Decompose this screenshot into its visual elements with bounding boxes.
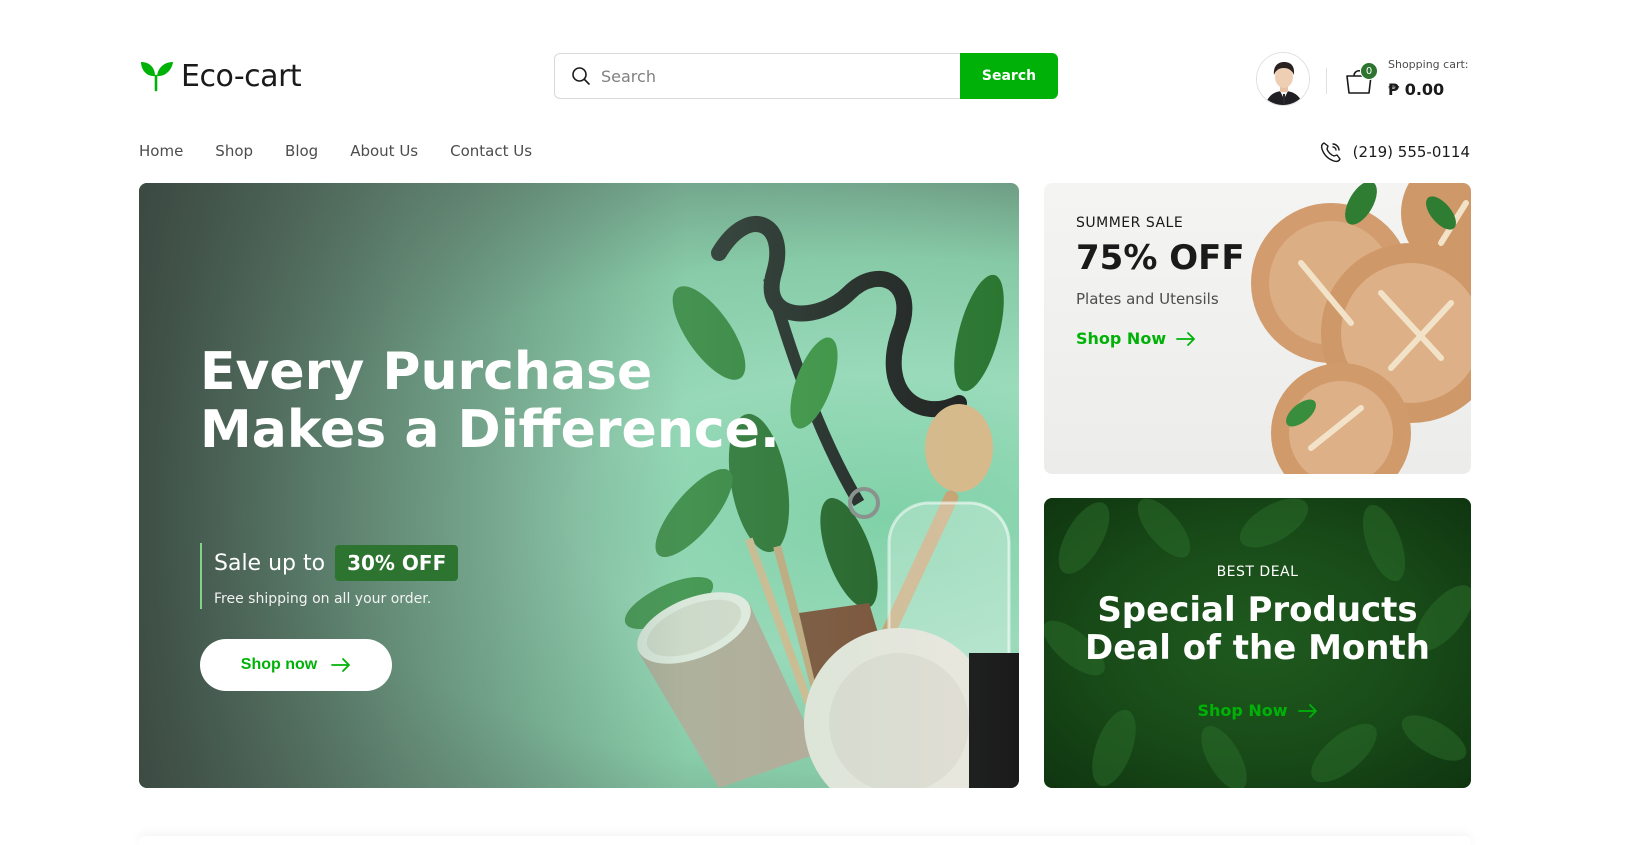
best-deal-shop-now-link[interactable]: Shop Now <box>1197 701 1317 720</box>
search-button[interactable]: Search <box>960 53 1058 99</box>
user-avatar-image <box>1257 53 1309 105</box>
avatar[interactable] <box>1256 52 1310 106</box>
summer-sale-card[interactable]: SUMMER SALE 75% OFF Plates and Utensils … <box>1044 183 1471 474</box>
nav-item-about-us[interactable]: About Us <box>350 142 418 160</box>
summer-sale-headline: 75% OFF <box>1076 238 1245 278</box>
search-icon <box>572 67 590 85</box>
header: Eco-cart Search 0 Shopping cart: ₱ 0.00 <box>0 0 1635 120</box>
hero-title-line-1: Every Purchase <box>200 342 653 402</box>
cart-total: ₱ 0.00 <box>1388 80 1445 99</box>
best-deal-card[interactable]: BEST DEAL Special Products Deal of the M… <box>1044 498 1471 788</box>
arrow-right-icon <box>1176 331 1195 346</box>
logo[interactable]: Eco-cart <box>139 56 302 96</box>
phone-number: (219) 555-0114 <box>1352 143 1470 161</box>
best-deal-title-line-1: Special Products <box>1097 590 1418 630</box>
hero-shop-now-button[interactable]: Shop now <box>200 639 392 691</box>
arrow-right-icon <box>331 658 351 672</box>
logo-text: Eco-cart <box>181 58 302 94</box>
nav-item-blog[interactable]: Blog <box>285 142 318 160</box>
best-deal-link-row: Shop Now <box>1044 701 1471 720</box>
best-deal-title: Special Products Deal of the Month <box>1044 591 1471 667</box>
cart-count-badge: 0 <box>1360 62 1378 80</box>
summer-sale-subtitle: Plates and Utensils <box>1076 290 1219 308</box>
hero-sale-badge: 30% OFF <box>335 545 459 581</box>
phone-contact[interactable]: (219) 555-0114 <box>1319 140 1470 164</box>
hero-banner: Every Purchase Makes a Difference. Sale … <box>139 183 1019 788</box>
search-input[interactable] <box>601 66 941 86</box>
arrow-right-icon <box>1297 703 1317 718</box>
hero-gradient-overlay <box>139 183 1019 788</box>
hero-title-line-2: Makes a Difference. <box>200 400 780 460</box>
nav-item-shop[interactable]: Shop <box>215 142 253 160</box>
cart-label: Shopping cart: <box>1388 58 1469 71</box>
best-deal-shop-now-label: Shop Now <box>1197 701 1288 720</box>
summer-shop-now-label: Shop Now <box>1076 329 1167 348</box>
summer-sale-label: SUMMER SALE <box>1076 215 1184 231</box>
main-nav: Home Shop Blog About Us Contact Us <box>139 142 564 160</box>
leaf-icon <box>141 62 173 92</box>
hero-shop-now-label: Shop now <box>240 656 318 673</box>
plates-utensils-image <box>1251 183 1471 474</box>
hero-sale-text: Sale up to <box>214 550 326 576</box>
hero-sale-block: Sale up to 30% OFF Free shipping on all … <box>200 543 459 609</box>
summer-shop-now-link[interactable]: Shop Now <box>1076 329 1196 348</box>
phone-call-icon <box>1320 142 1341 163</box>
hero-title: Every Purchase Makes a Difference. <box>200 343 780 459</box>
search-bar: Search <box>554 53 1058 99</box>
next-section-edge <box>139 836 1471 845</box>
search-field[interactable] <box>554 53 960 99</box>
best-deal-title-line-2: Deal of the Month <box>1085 628 1430 668</box>
nav-item-contact-us[interactable]: Contact Us <box>450 142 532 160</box>
hero-sale-subtitle: Free shipping on all your order. <box>214 591 432 607</box>
header-divider <box>1326 68 1327 94</box>
best-deal-label: BEST DEAL <box>1216 564 1299 580</box>
nav-item-home[interactable]: Home <box>139 142 183 160</box>
